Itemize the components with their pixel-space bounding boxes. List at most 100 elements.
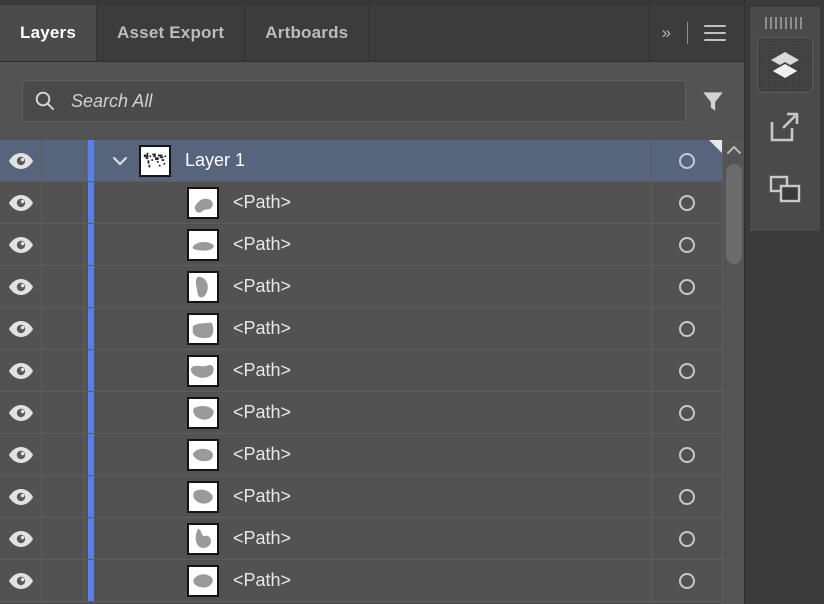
layer-thumbnail[interactable] <box>187 480 219 513</box>
layer-thumbnail[interactable] <box>187 522 219 555</box>
lock-toggle[interactable] <box>42 434 85 475</box>
row-main[interactable]: <Path> <box>101 560 652 601</box>
visibility-toggle[interactable] <box>0 476 42 517</box>
expand-collapse-toggle[interactable] <box>101 155 139 167</box>
expand-chevrons-icon[interactable]: ›› <box>656 23 675 43</box>
lock-toggle[interactable] <box>42 266 85 307</box>
path-row[interactable]: <Path> <box>0 266 722 308</box>
target-indicator[interactable] <box>652 266 722 307</box>
row-main[interactable]: <Path> <box>101 308 652 349</box>
eye-visibility-icon <box>8 404 33 421</box>
row-main[interactable]: <Path> <box>101 224 652 265</box>
target-indicator[interactable] <box>652 434 722 475</box>
visibility-toggle[interactable] <box>0 434 42 475</box>
panel-drag-grip[interactable] <box>764 17 805 29</box>
path-name[interactable]: <Path> <box>233 402 291 423</box>
lock-toggle[interactable] <box>42 392 85 433</box>
lock-toggle[interactable] <box>42 224 85 265</box>
tab-layers[interactable]: Layers <box>0 5 98 61</box>
visibility-toggle[interactable] <box>0 182 42 223</box>
tab-asset-export[interactable]: Asset Export <box>97 5 246 61</box>
target-indicator[interactable] <box>652 308 722 349</box>
panel-menu-icon[interactable] <box>700 25 730 41</box>
layer-thumbnail[interactable] <box>187 228 219 261</box>
path-row[interactable]: <Path> <box>0 518 722 560</box>
path-row[interactable]: <Path> <box>0 224 722 266</box>
layer-thumbnail[interactable] <box>139 144 171 177</box>
layer-thumbnail[interactable] <box>187 312 219 345</box>
target-indicator[interactable] <box>652 518 722 559</box>
path-name[interactable]: <Path> <box>233 360 291 381</box>
row-main[interactable]: <Path> <box>101 266 652 307</box>
lock-toggle[interactable] <box>42 140 85 181</box>
path-name[interactable]: <Path> <box>233 570 291 591</box>
visibility-toggle[interactable] <box>0 560 42 601</box>
target-indicator[interactable] <box>652 350 722 391</box>
path-row[interactable]: <Path> <box>0 476 722 518</box>
row-main[interactable]: <Path> <box>101 518 652 559</box>
filter-funnel-icon[interactable] <box>700 88 726 114</box>
layer-thumbnail[interactable] <box>187 396 219 429</box>
row-main[interactable]: <Path> <box>101 392 652 433</box>
path-name[interactable]: <Path> <box>233 276 291 297</box>
tab-artboards[interactable]: Artboards <box>245 5 370 61</box>
row-main[interactable]: Layer 1 <box>101 140 652 181</box>
dock-button-artboards[interactable] <box>757 161 813 217</box>
path-name[interactable]: <Path> <box>233 486 291 507</box>
path-row[interactable]: <Path> <box>0 182 722 224</box>
path-row[interactable]: <Path> <box>0 392 722 434</box>
row-main[interactable]: <Path> <box>101 350 652 391</box>
target-circle-icon <box>679 488 695 505</box>
target-indicator[interactable] <box>652 392 722 433</box>
visibility-toggle[interactable] <box>0 350 42 391</box>
path-thumbnail-shape <box>189 188 217 217</box>
layer-thumbnail[interactable] <box>187 270 219 303</box>
path-thumbnail-shape <box>189 356 217 385</box>
target-indicator[interactable] <box>652 560 722 601</box>
visibility-toggle[interactable] <box>0 308 42 349</box>
layer-list-scrollbar[interactable] <box>722 140 744 604</box>
layers-panel: Layers Asset Export Artboards ›› Search … <box>0 0 744 604</box>
layer-row[interactable]: Layer 1 <box>0 140 722 182</box>
path-name[interactable]: <Path> <box>233 318 291 339</box>
path-name[interactable]: <Path> <box>233 528 291 549</box>
layer-thumbnail[interactable] <box>187 186 219 219</box>
lock-toggle[interactable] <box>42 308 85 349</box>
scroll-up-button[interactable] <box>723 140 744 160</box>
target-indicator[interactable] <box>652 476 722 517</box>
lock-toggle[interactable] <box>42 518 85 559</box>
path-row[interactable]: <Path> <box>0 308 722 350</box>
scrollbar-thumb[interactable] <box>725 164 742 264</box>
chevron-down-icon[interactable] <box>111 155 129 167</box>
row-main[interactable]: <Path> <box>101 182 652 223</box>
lock-toggle[interactable] <box>42 350 85 391</box>
visibility-toggle[interactable] <box>0 224 42 265</box>
lock-toggle[interactable] <box>42 560 85 601</box>
path-name[interactable]: <Path> <box>233 234 291 255</box>
layer-name[interactable]: Layer 1 <box>185 150 245 171</box>
path-row[interactable]: <Path> <box>0 434 722 476</box>
layer-thumbnail[interactable] <box>187 354 219 387</box>
target-indicator[interactable] <box>652 224 722 265</box>
visibility-toggle[interactable] <box>0 140 42 181</box>
row-main[interactable]: <Path> <box>101 476 652 517</box>
layer-thumbnail[interactable] <box>187 564 219 597</box>
lock-toggle[interactable] <box>42 476 85 517</box>
search-box[interactable] <box>22 80 686 122</box>
dock-button-asset-export[interactable] <box>757 99 813 155</box>
dock-button-layers[interactable] <box>756 37 813 93</box>
visibility-toggle[interactable] <box>0 392 42 433</box>
target-circle-icon <box>679 152 695 169</box>
path-row[interactable]: <Path> <box>0 350 722 392</box>
path-name[interactable]: <Path> <box>233 444 291 465</box>
layer-thumbnail[interactable] <box>187 438 219 471</box>
path-thumbnail-shape <box>189 272 217 301</box>
path-row[interactable]: <Path> <box>0 560 722 602</box>
row-main[interactable]: <Path> <box>101 434 652 475</box>
visibility-toggle[interactable] <box>0 266 42 307</box>
lock-toggle[interactable] <box>42 182 85 223</box>
visibility-toggle[interactable] <box>0 518 42 559</box>
search-input[interactable] <box>69 89 675 113</box>
path-name[interactable]: <Path> <box>233 192 291 213</box>
target-indicator[interactable] <box>652 182 722 223</box>
